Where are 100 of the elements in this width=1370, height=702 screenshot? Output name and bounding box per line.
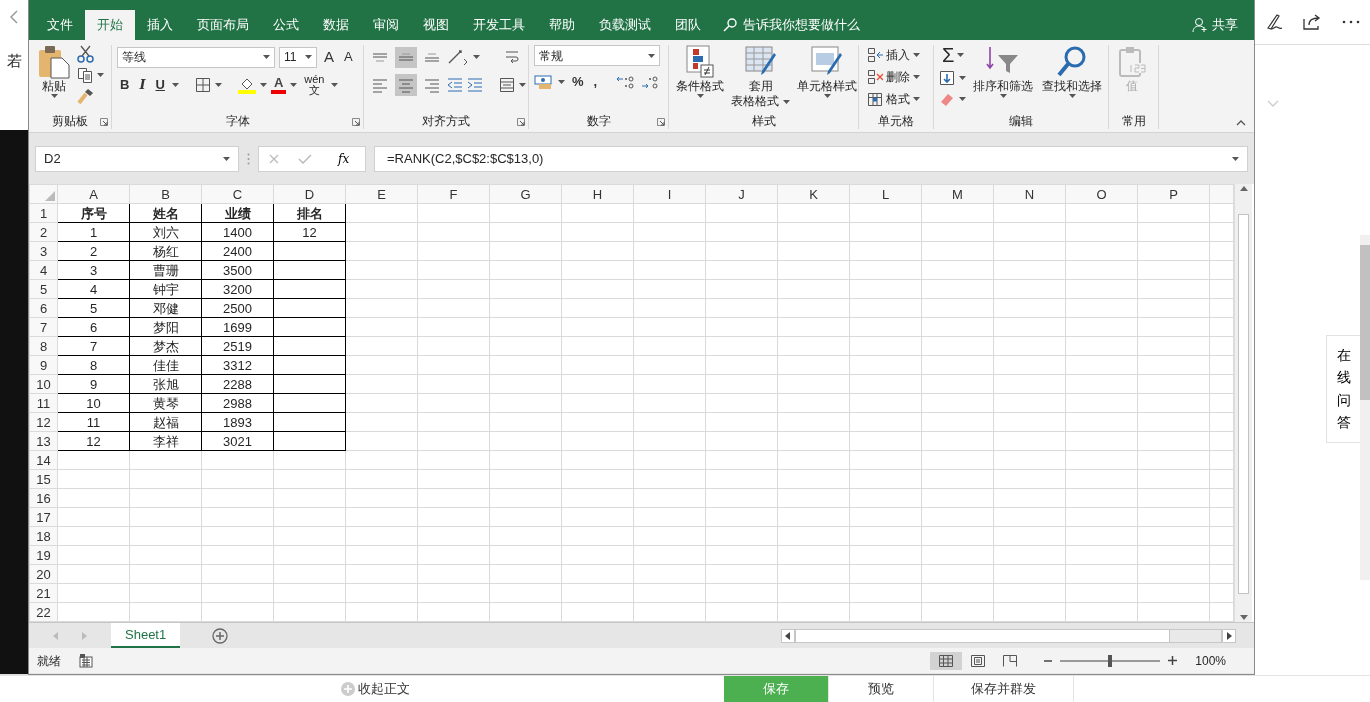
scroll-up-icon[interactable]: [1239, 186, 1248, 191]
phonetic-char: 文: [308, 85, 320, 96]
delete-button[interactable]: 删除: [864, 67, 923, 87]
font-color-button[interactable]: A: [270, 76, 287, 94]
share-icon[interactable]: [1302, 14, 1321, 30]
insert-function-button[interactable]: fx: [332, 148, 356, 169]
dialog-launcher-icon[interactable]: [352, 118, 360, 126]
column-header[interactable]: H: [561, 184, 634, 204]
table-cell: 8: [57, 355, 130, 375]
fill-down-icon[interactable]: [939, 70, 955, 86]
middle-align-button[interactable]: [395, 46, 417, 68]
zoom-in-icon[interactable]: [1168, 656, 1178, 665]
add-sheet-icon[interactable]: [212, 627, 229, 644]
column-header[interactable]: P: [1137, 184, 1210, 204]
column-header[interactable]: B: [129, 184, 202, 204]
column-header[interactable]: L: [849, 184, 922, 204]
table-cell: 3312: [201, 355, 274, 375]
column-header[interactable]: N: [993, 184, 1066, 204]
macro-record-icon[interactable]: [79, 653, 93, 668]
column-header[interactable]: G: [489, 184, 562, 204]
slider-thumb[interactable]: [1108, 654, 1113, 667]
collapse-ribbon-icon[interactable]: [1236, 120, 1246, 126]
zoom-level-text[interactable]: 100%: [1195, 651, 1226, 670]
ribbon-tab[interactable]: 公式: [261, 10, 311, 40]
fill-color-icon[interactable]: [237, 76, 256, 94]
share-button[interactable]: 共享: [1186, 10, 1244, 40]
font-size-field[interactable]: 11: [279, 46, 317, 68]
underline-button[interactable]: U: [152, 75, 168, 95]
format-button[interactable]: 格式: [864, 89, 923, 109]
paste-button[interactable]: 粘贴: [34, 45, 74, 98]
cell-styles-button[interactable]: 单元格样式: [795, 45, 859, 98]
ribbon-tab[interactable]: 团队: [663, 10, 713, 40]
help-tab[interactable]: 在线问答: [1326, 335, 1360, 443]
column-header[interactable]: M: [921, 184, 994, 204]
column-header[interactable]: F: [417, 184, 490, 204]
currency-icon[interactable]: [534, 74, 554, 90]
column-header[interactable]: O: [1065, 184, 1138, 204]
increase-decimal-icon[interactable]: [616, 74, 637, 90]
merge-cells-icon[interactable]: [499, 77, 515, 93]
scroll-left-icon[interactable]: [781, 628, 795, 643]
column-header[interactable]: I: [633, 184, 706, 204]
column-header[interactable]: K: [777, 184, 850, 204]
grow-font-button[interactable]: A: [321, 45, 337, 69]
copy-icon[interactable]: [77, 67, 93, 83]
orientation-icon[interactable]: [447, 49, 469, 65]
wrap-text-icon[interactable]: [504, 49, 520, 65]
bold-button[interactable]: B: [117, 75, 133, 95]
ribbon-tab[interactable]: 负载测试: [587, 10, 663, 40]
collapse-button[interactable]: 收起正文: [335, 678, 416, 700]
column-header[interactable]: C: [201, 184, 274, 204]
scrollbar[interactable]: [1360, 235, 1370, 580]
top-align-icon: [372, 52, 388, 62]
comma-button[interactable]: ,: [590, 72, 601, 92]
scroll-right-icon[interactable]: [1222, 628, 1236, 643]
ribbon-tab[interactable]: 开始: [85, 10, 135, 40]
percent-button[interactable]: %: [569, 72, 587, 92]
page-text: 若: [6, 51, 22, 71]
formula-field[interactable]: =RANK(C2,$C$2:$C$13,0): [374, 145, 1248, 172]
shrink-font-button[interactable]: A: [341, 47, 356, 67]
insert-button[interactable]: 插入: [864, 45, 923, 65]
number-format-field[interactable]: 常规: [534, 45, 660, 66]
sheet-tab[interactable]: Sheet1: [111, 623, 181, 648]
sort-filter-button[interactable]: 排序和筛选: [970, 45, 1037, 98]
column-header[interactable]: A: [57, 184, 130, 204]
pen-icon[interactable]: [1265, 13, 1282, 31]
ribbon-tab[interactable]: 开发工具: [461, 10, 537, 40]
dialog-launcher-icon[interactable]: [100, 118, 108, 126]
autosum-button[interactable]: Σ: [939, 45, 968, 65]
format-painter-icon[interactable]: [77, 87, 95, 105]
dialog-launcher-icon[interactable]: [517, 118, 525, 126]
decrease-decimal-icon[interactable]: [640, 74, 661, 90]
ribbon-tab[interactable]: 帮助: [537, 10, 587, 40]
font-name-field[interactable]: 等线: [117, 46, 275, 68]
ribbon-tab[interactable]: 页面布局: [185, 10, 261, 40]
scroll-down-icon[interactable]: [1239, 615, 1248, 620]
name-box[interactable]: D2: [35, 145, 239, 172]
horizontal-scrollbar[interactable]: [795, 628, 1222, 643]
normal-view-button[interactable]: [930, 651, 963, 670]
dialog-launcher-icon[interactable]: [657, 118, 665, 126]
caret-icon: [519, 83, 526, 87]
ribbon-tab[interactable]: 文件: [35, 10, 85, 40]
table-format-button[interactable]: 套用 表格格式: [729, 45, 792, 109]
scissors-icon[interactable]: [77, 45, 95, 63]
more-icon[interactable]: [1341, 20, 1360, 24]
column-header[interactable]: E: [345, 184, 418, 204]
borders-icon[interactable]: [194, 77, 211, 93]
column-header[interactable]: J: [705, 184, 778, 204]
check-icon[interactable]: [298, 153, 313, 164]
scrollbar-thumb[interactable]: [1238, 214, 1249, 594]
tell-me-field[interactable]: 告诉我你想要做什么: [723, 10, 860, 40]
italic-button[interactable]: I: [136, 75, 149, 95]
conditional-format-button[interactable]: 条件格式: [674, 45, 726, 98]
phonetic-button[interactable]: wén 文: [301, 73, 328, 97]
ribbon-tab[interactable]: 审阅: [361, 10, 411, 40]
find-select-button[interactable]: 查找和选择: [1039, 45, 1106, 98]
back-icon[interactable]: [10, 10, 18, 24]
ribbon-tab[interactable]: 数据: [311, 10, 361, 40]
ribbon-tab[interactable]: 插入: [135, 10, 185, 40]
column-header[interactable]: D: [273, 184, 346, 204]
ribbon-tab[interactable]: 视图: [411, 10, 461, 40]
